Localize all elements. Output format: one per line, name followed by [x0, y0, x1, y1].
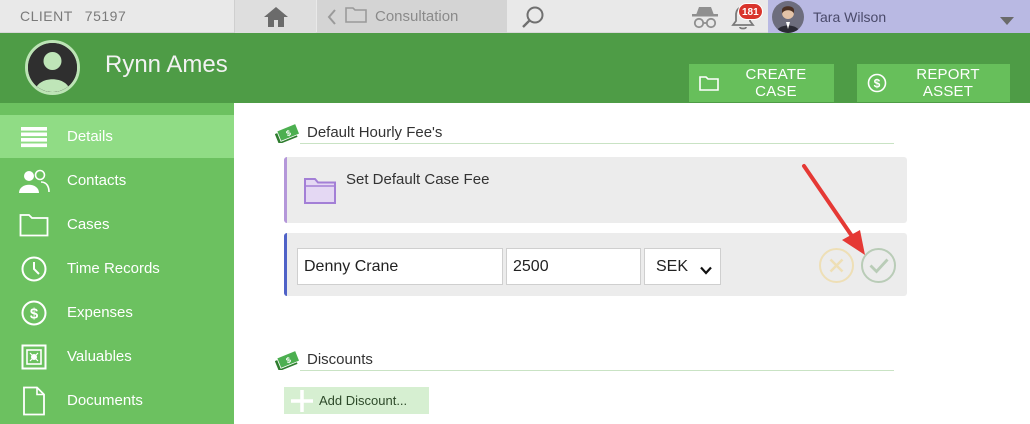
fee-name-input[interactable] — [297, 248, 503, 285]
currency-value: SEK — [656, 257, 689, 275]
dollar-coin-icon: $ — [0, 299, 67, 327]
document-icon — [0, 386, 67, 416]
svg-text:$: $ — [29, 305, 38, 322]
discounts-section-header: $ Discounts — [275, 348, 373, 370]
add-discount-label: Add Discount... — [319, 393, 408, 408]
svg-text:$: $ — [874, 77, 881, 91]
folder-icon — [303, 175, 337, 210]
sidebar-item-details[interactable]: Details — [0, 115, 234, 158]
folder-icon — [345, 5, 367, 28]
sidebar-item-cases[interactable]: Cases — [0, 203, 234, 246]
home-icon — [263, 6, 288, 27]
sidebar-item-label: Contacts — [67, 172, 127, 189]
chevron-down-icon — [700, 262, 712, 280]
section-divider — [300, 370, 894, 371]
user-name: Tara Wilson — [813, 8, 887, 25]
client-id: 75197 — [84, 8, 127, 24]
sidebar-item-label: Cases — [67, 216, 110, 233]
client-header: Rynn Ames CREATE CASE $ REPORT ASSET — [0, 33, 1030, 103]
search-button[interactable] — [520, 5, 546, 34]
create-case-button[interactable]: CREATE CASE — [689, 64, 834, 102]
fee-amount-input[interactable] — [506, 248, 641, 285]
section-divider — [300, 143, 894, 144]
client-label: CLIENT — [20, 8, 73, 24]
user-avatar — [772, 0, 804, 33]
safe-icon — [0, 344, 67, 370]
notification-count-badge: 181 — [738, 3, 763, 20]
add-discount-button[interactable]: Add Discount... — [284, 387, 429, 414]
folder-icon — [699, 75, 719, 91]
sidebar-item-label: Valuables — [67, 348, 132, 365]
client-indicator: CLIENT 75197 — [20, 8, 126, 24]
home-button[interactable] — [234, 0, 316, 33]
fees-section-title: Default Hourly Fee's — [307, 123, 443, 141]
sidebar-item-expenses[interactable]: $ Expenses — [0, 291, 234, 334]
incognito-icon[interactable] — [690, 4, 720, 35]
create-case-label: CREATE CASE — [745, 66, 807, 100]
money-stack-icon: $ — [275, 348, 301, 370]
sidebar-item-contacts[interactable]: Contacts — [0, 159, 234, 202]
breadcrumb-label: Consultation — [375, 8, 459, 25]
user-menu[interactable]: Tara Wilson — [768, 0, 1030, 33]
currency-select[interactable]: SEK — [644, 248, 721, 285]
sidebar-item-label: Details — [67, 128, 113, 145]
caret-down-icon[interactable] — [1000, 12, 1014, 30]
clock-icon — [0, 255, 67, 283]
annotation-arrow-icon — [802, 164, 865, 255]
discounts-section-title: Discounts — [307, 350, 373, 368]
sidebar-item-label: Documents — [67, 392, 143, 409]
contacts-icon — [0, 168, 67, 194]
sidebar-item-time-records[interactable]: Time Records — [0, 247, 234, 290]
chevron-left-icon[interactable] — [323, 8, 341, 25]
set-default-fee-label: Set Default Case Fee — [346, 171, 490, 188]
sidebar: Details Contacts Cases Time Records $ Ex… — [0, 103, 234, 424]
report-asset-button[interactable]: $ REPORT ASSET — [857, 64, 1010, 102]
sidebar-item-valuables[interactable]: Valuables — [0, 335, 234, 378]
plus-icon — [284, 389, 319, 413]
search-icon — [522, 6, 544, 28]
fees-section-header: $ Default Hourly Fee's — [275, 121, 442, 143]
breadcrumb[interactable]: Consultation — [317, 0, 507, 33]
client-avatar — [25, 40, 80, 95]
client-name: Rynn Ames — [105, 51, 228, 78]
details-list-icon — [0, 126, 67, 148]
dollar-coin-icon: $ — [867, 73, 887, 93]
top-bar: CLIENT 75197 Consultation 181 Tara Wilso… — [0, 0, 1030, 33]
sidebar-item-label: Time Records — [67, 260, 160, 277]
report-asset-label: REPORT ASSET — [916, 66, 980, 100]
sidebar-item-documents[interactable]: Documents — [0, 379, 234, 422]
folder-icon — [0, 213, 67, 237]
sidebar-item-label: Expenses — [67, 304, 133, 321]
money-stack-icon: $ — [275, 121, 301, 143]
